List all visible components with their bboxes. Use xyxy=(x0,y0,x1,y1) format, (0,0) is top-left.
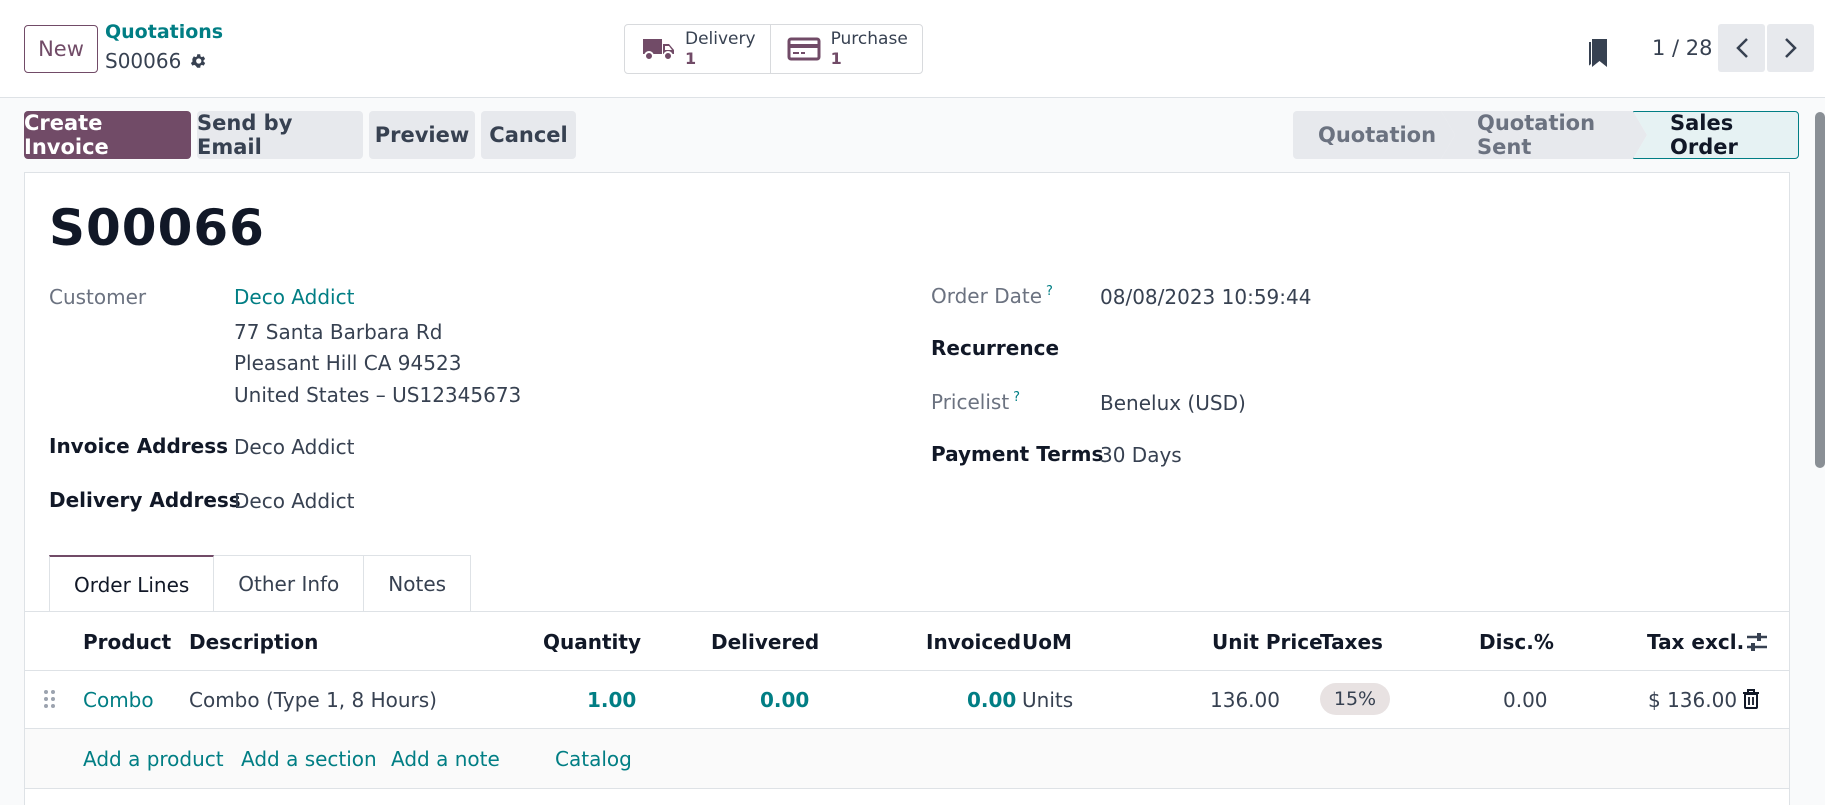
line-description[interactable]: Combo (Type 1, 8 Hours) xyxy=(189,688,437,712)
delivery-text: Delivery 1 xyxy=(685,29,756,69)
credit-card-icon xyxy=(787,37,821,61)
column-product[interactable]: Product xyxy=(83,630,171,654)
status-bar: Quotation Quotation Sent Sales Order xyxy=(1293,111,1799,159)
line-subtotal: $ 136.00 xyxy=(1648,688,1738,712)
pricelist-label: Pricelist? xyxy=(931,390,1020,414)
tab-other-info[interactable]: Other Info xyxy=(214,555,365,612)
stage-quotation-sent[interactable]: Quotation Sent xyxy=(1441,111,1647,159)
optional-columns-icon[interactable] xyxy=(1745,631,1769,653)
customer-label: Customer xyxy=(49,285,147,309)
truck-icon xyxy=(643,39,674,61)
customer-address-line3: United States – US12345673 xyxy=(234,383,522,407)
create-invoice-button[interactable]: Create Invoice xyxy=(24,111,191,159)
purchase-count: 1 xyxy=(830,49,842,68)
add-line-row: Add a product Add a section Add a note C… xyxy=(25,729,1789,789)
column-tax-excl[interactable]: Tax excl. xyxy=(1647,630,1744,654)
column-unit-price[interactable]: Unit Price xyxy=(1212,630,1323,654)
line-quantity[interactable]: 1.00 xyxy=(587,688,636,712)
delivery-label: Delivery xyxy=(685,29,756,49)
pager-buttons xyxy=(1718,24,1814,72)
purchase-label: Purchase xyxy=(830,29,908,49)
delivery-smart-button[interactable]: Delivery 1 xyxy=(625,25,770,73)
catalog-link[interactable]: Catalog xyxy=(555,747,632,771)
payment-terms-field[interactable]: 30 Days xyxy=(1100,443,1182,467)
pricelist-help[interactable]: ? xyxy=(1013,390,1020,405)
delivery-address-label: Delivery Address xyxy=(49,488,241,512)
invoice-address-field[interactable]: Deco Addict xyxy=(234,435,354,459)
purchase-text: Purchase 1 xyxy=(830,29,908,69)
chevron-left-icon xyxy=(1735,38,1748,58)
column-quantity[interactable]: Quantity xyxy=(543,630,641,654)
table-row[interactable]: Combo Combo (Type 1, 8 Hours) 1.00 0.00 … xyxy=(25,671,1789,729)
chevron-right-icon xyxy=(1784,38,1797,58)
line-uom[interactable]: Units xyxy=(1022,688,1073,712)
customer-address-line1: 77 Santa Barbara Rd xyxy=(234,320,443,344)
new-button[interactable]: New xyxy=(24,25,98,73)
column-taxes[interactable]: Taxes xyxy=(1320,630,1383,654)
delivery-count: 1 xyxy=(685,49,697,68)
send-by-email-button[interactable]: Send by Email xyxy=(197,111,363,159)
stage-quotation[interactable]: Quotation xyxy=(1293,111,1455,159)
control-panel: New Quotations S00066 Delivery 1 Purchas… xyxy=(0,0,1825,98)
smart-buttons: Delivery 1 Purchase 1 xyxy=(624,24,923,74)
add-note-link[interactable]: Add a note xyxy=(391,747,500,771)
add-product-link[interactable]: Add a product xyxy=(83,747,224,771)
column-delivered[interactable]: Delivered xyxy=(711,630,819,654)
delivery-address-field[interactable]: Deco Addict xyxy=(234,489,354,513)
customer-address-line2: Pleasant Hill CA 94523 xyxy=(234,351,462,375)
cancel-button[interactable]: Cancel xyxy=(481,111,576,159)
form-sheet: S00066 Customer Deco Addict 77 Santa Bar… xyxy=(24,172,1790,805)
pager-next-button[interactable] xyxy=(1767,24,1814,72)
drag-handle-icon[interactable] xyxy=(43,688,57,710)
line-tax-badge[interactable]: 15% xyxy=(1320,683,1390,715)
pricelist-label-text: Pricelist xyxy=(931,390,1010,414)
breadcrumb-current: S00066 xyxy=(105,49,207,73)
column-uom[interactable]: UoM xyxy=(1022,630,1072,654)
column-discount[interactable]: Disc.% xyxy=(1479,630,1554,654)
notebook-tabs: Order Lines Other Info Notes xyxy=(49,555,472,612)
gear-icon[interactable] xyxy=(189,52,207,70)
breadcrumb-quotations[interactable]: Quotations xyxy=(105,21,223,43)
recurrence-label: Recurrence xyxy=(931,336,1060,360)
pricelist-field[interactable]: Benelux (USD) xyxy=(1100,391,1246,415)
order-date-field[interactable]: 08/08/2023 10:59:44 xyxy=(1100,285,1311,309)
order-date-help[interactable]: ? xyxy=(1046,284,1053,299)
tab-notes[interactable]: Notes xyxy=(364,555,472,612)
column-description[interactable]: Description xyxy=(189,630,318,654)
invoice-address-label: Invoice Address xyxy=(49,434,229,458)
order-date-label-text: Order Date xyxy=(931,284,1042,308)
order-date-label: Order Date? xyxy=(931,284,1053,308)
add-section-link[interactable]: Add a section xyxy=(241,747,377,771)
line-unit-price[interactable]: 136.00 xyxy=(1210,688,1280,712)
record-title: S00066 xyxy=(49,199,265,257)
purchase-smart-button[interactable]: Purchase 1 xyxy=(769,25,922,73)
payment-terms-label: Payment Terms xyxy=(931,442,1104,466)
breadcrumb-current-label: S00066 xyxy=(105,49,182,73)
pager-value[interactable]: 1 / 28 xyxy=(1652,36,1713,60)
bookmark-icon[interactable] xyxy=(1586,35,1610,69)
line-delivered[interactable]: 0.00 xyxy=(760,688,809,712)
stage-sales-order[interactable]: Sales Order xyxy=(1633,111,1799,159)
column-invoiced[interactable]: Invoiced xyxy=(926,630,1021,654)
tab-order-lines[interactable]: Order Lines xyxy=(49,555,215,612)
customer-link[interactable]: Deco Addict xyxy=(234,285,354,309)
line-product[interactable]: Combo xyxy=(83,688,154,712)
trash-icon[interactable] xyxy=(1742,689,1760,709)
page-scrollbar[interactable] xyxy=(1815,112,1825,468)
pager-previous-button[interactable] xyxy=(1718,24,1765,72)
preview-button[interactable]: Preview xyxy=(369,111,475,159)
line-discount[interactable]: 0.00 xyxy=(1503,688,1548,712)
line-invoiced[interactable]: 0.00 xyxy=(967,688,1016,712)
order-lines-header: Product Description Quantity Delivered I… xyxy=(25,611,1789,671)
